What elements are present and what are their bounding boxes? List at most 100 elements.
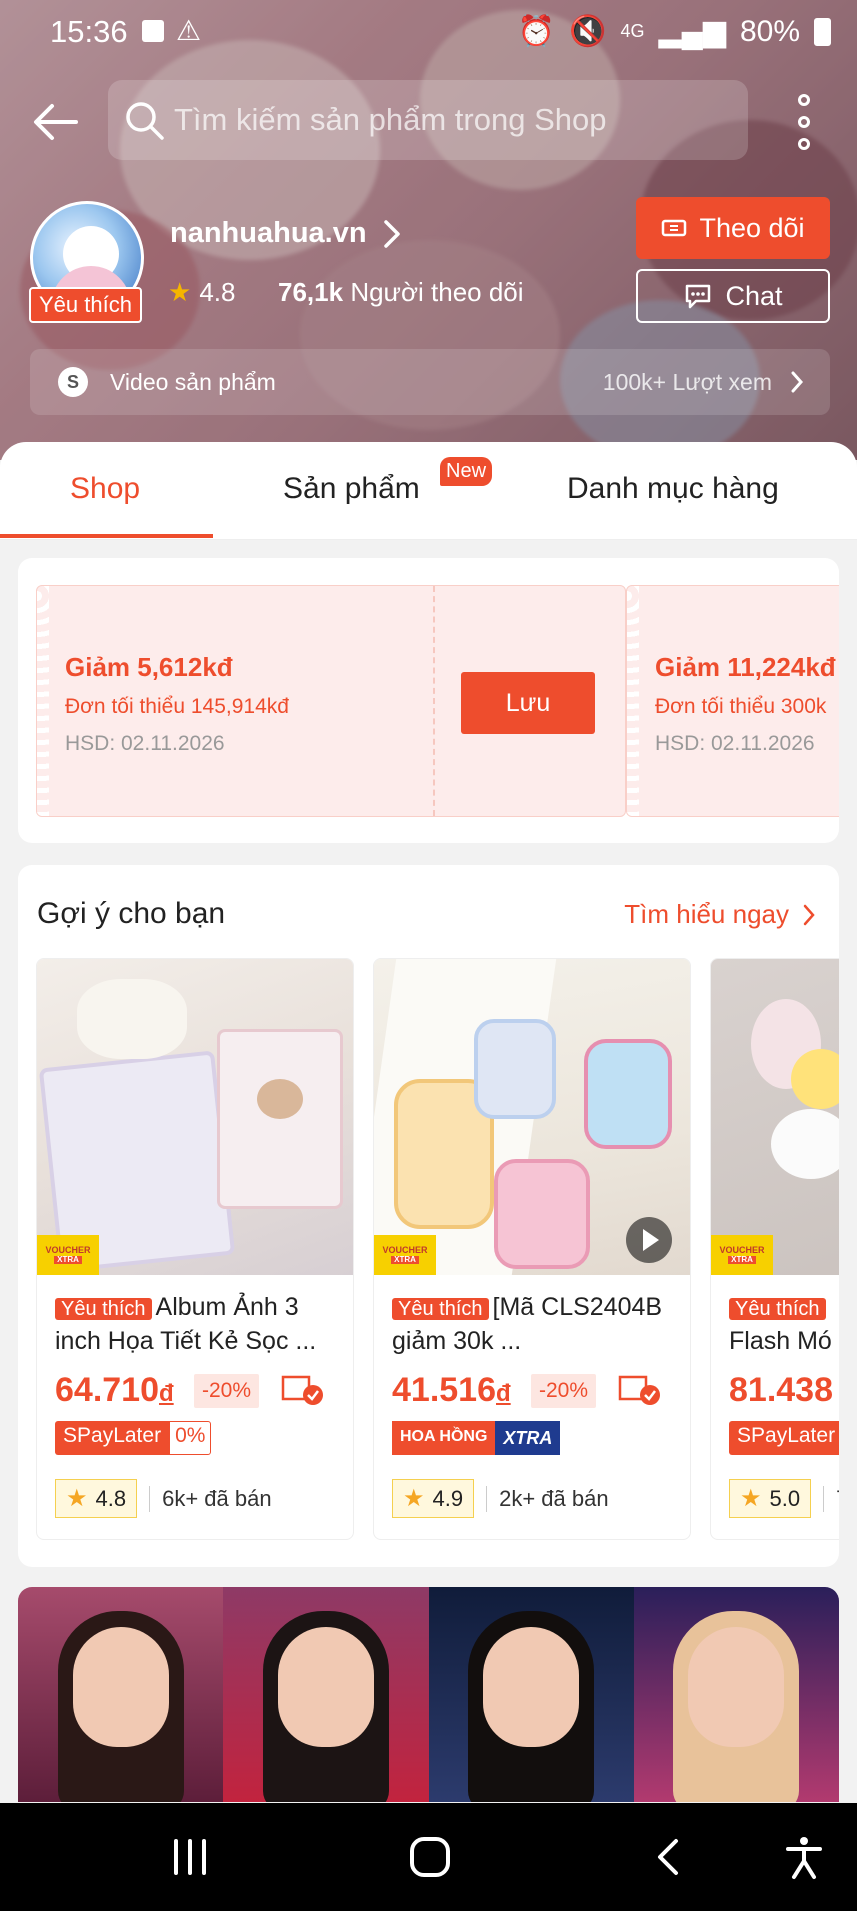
star-icon: ★ <box>740 1485 762 1512</box>
video-s-icon: S <box>58 367 88 397</box>
followers-count: 76,1k <box>278 277 344 307</box>
shop-name: nanhuahua.vn <box>170 217 367 249</box>
chat-bubble-icon <box>686 284 711 309</box>
banner-photo <box>223 1587 429 1802</box>
discount-badge: -20% <box>531 1374 597 1408</box>
banner-photo <box>18 1587 224 1802</box>
voucher-expiry: HSD: 02.11.2026 <box>655 732 815 755</box>
chevron-right-icon <box>803 904 815 925</box>
spaylater-tag: SPayLater 0% <box>55 1421 212 1455</box>
tab-categories[interactable]: Danh mục hàng <box>567 472 779 506</box>
status-time: 15:36 <box>50 14 128 49</box>
voucher-xtra-badge: VOUCHER XTRA <box>374 1235 436 1275</box>
shop-tabs: Shop Sản phẩm Danh mục hàng <box>0 442 857 540</box>
follow-button[interactable]: Theo dõi <box>636 197 830 259</box>
product-name: Yêu thích [Mã CLS2404B giảm 30k ... <box>392 1293 663 1355</box>
search-input[interactable] <box>174 102 734 138</box>
followers-label: Người theo dõi <box>350 277 524 307</box>
voucher-title: Giảm 5,612kđ <box>65 652 233 682</box>
back-arrow-icon[interactable] <box>28 94 84 150</box>
promo-banner[interactable] <box>18 1587 839 1802</box>
shop-search-bar[interactable] <box>108 80 748 160</box>
favorite-badge: Yêu thích <box>55 1298 152 1320</box>
tab-shop[interactable]: Shop <box>70 472 140 506</box>
product-card[interactable]: VOUCHER XTRA Yêu thích Flash Mó 81.438 SPa… <box>710 958 839 1540</box>
product-image: VOUCHER XTRA <box>374 959 690 1275</box>
chevron-right-icon <box>791 371 804 393</box>
sold-count: 6k+ đã bán <box>149 1485 272 1512</box>
video-views: 100k+ Lượt xem <box>602 368 772 395</box>
delivery-check-icon <box>281 1375 323 1405</box>
battery-icon <box>814 17 831 46</box>
product-name: Yêu thích Flash Mó <box>729 1298 832 1355</box>
product-card[interactable]: VOUCHER XTRA Yêu thích [Mã CLS2404B giảm 3… <box>373 958 691 1540</box>
sold-count: 7 <box>823 1485 839 1512</box>
product-video-bar[interactable]: S Video sản phẩm 100k+ Lượt xem <box>30 349 830 415</box>
alarm-icon: ⏰ <box>517 15 556 48</box>
voucher-card: Giảm 11,224kđ Đơn tối thiểu 300k HSD: 02… <box>626 585 839 817</box>
voucher-xtra-badge: VOUCHER XTRA <box>711 1235 773 1275</box>
shop-name-link[interactable]: nanhuahua.vn <box>170 217 403 250</box>
active-tab-indicator <box>0 534 213 538</box>
banner-photo <box>633 1587 839 1802</box>
section-title: Gợi ý cho bạn <box>37 897 226 930</box>
search-icon <box>126 102 164 140</box>
battery-percent: 80% <box>739 14 800 48</box>
chat-button[interactable]: Chat <box>636 269 830 323</box>
mute-icon: 🔇 <box>569 15 607 48</box>
voucher-xtra-badge: VOUCHER XTRA <box>37 1235 99 1275</box>
accessibility-icon[interactable] <box>780 1833 828 1881</box>
favorite-badge: Yêu thích <box>392 1298 489 1320</box>
system-navigation-bar <box>0 1803 857 1911</box>
video-label: Video sản phẩm <box>110 368 276 395</box>
suggestions-section: Gợi ý cho bạn Tìm hiểu ngay VOUCHER XTRA … <box>18 865 839 1567</box>
voucher-min-order: Đơn tối thiểu 300k <box>655 695 827 718</box>
learn-more-label: Tìm hiểu ngay <box>624 899 789 929</box>
favorite-badge: Yêu thích <box>729 1298 826 1320</box>
sold-count: 2k+ đã bán <box>486 1485 609 1512</box>
home-icon[interactable] <box>406 1833 454 1881</box>
product-image: VOUCHER XTRA <box>37 959 353 1275</box>
voucher-section: Giảm 5,612kđ Đơn tối thiểu 145,914kđ HSD… <box>18 558 839 843</box>
star-icon: ★ <box>168 277 192 307</box>
learn-more-link[interactable]: Tìm hiểu ngay <box>624 899 815 930</box>
product-price: 41.516đ <box>392 1371 511 1409</box>
chat-label: Chat <box>725 280 783 311</box>
delivery-check-icon <box>618 1375 660 1405</box>
warning-icon: ⚠ <box>176 15 202 46</box>
voucher-expiry: HSD: 02.11.2026 <box>65 732 225 755</box>
shop-rating-value: 4.8 <box>199 277 236 307</box>
tab-products[interactable]: Sản phẩm <box>283 472 420 506</box>
more-options-icon[interactable] <box>790 94 818 150</box>
discount-badge: -20% <box>194 1374 260 1408</box>
product-price: 64.710đ <box>55 1371 174 1409</box>
ticket-icon <box>662 219 687 237</box>
banner-photo <box>428 1587 634 1802</box>
product-price: 81.438 <box>729 1371 833 1409</box>
notification-check-icon <box>142 20 164 42</box>
shop-info: Yêu thích nanhuahua.vn ★ 4.8 76,1k Người… <box>0 195 857 325</box>
play-video-icon[interactable] <box>626 1217 672 1263</box>
product-rating: ★5.0 7 <box>729 1479 839 1518</box>
star-icon: ★ <box>403 1485 425 1512</box>
chevron-right-icon <box>383 219 400 248</box>
product-card[interactable]: VOUCHER XTRA Yêu thích Album Ảnh 3 inch Họ… <box>36 958 354 1540</box>
follow-label: Theo dõi <box>699 212 805 243</box>
back-nav-icon[interactable] <box>646 1833 694 1881</box>
status-bar: 15:36 ⚠ ⏰ 🔇 4G ▂▄▆ 80% <box>0 0 857 66</box>
shop-followers: 76,1k Người theo dõi <box>278 277 524 308</box>
new-badge: New <box>440 457 493 486</box>
voucher-min-order: Đơn tối thiểu 145,914kđ <box>65 695 289 718</box>
signal-icon: ▂▄▆ <box>658 15 726 48</box>
product-rating: ★ 4.8 6k+ đã bán <box>55 1479 272 1518</box>
save-voucher-button[interactable]: Lưu <box>461 672 595 734</box>
star-icon: ★ <box>66 1485 88 1512</box>
product-image: VOUCHER XTRA <box>711 959 839 1275</box>
favorite-shop-badge: Yêu thích <box>29 287 142 323</box>
product-name: Yêu thích Album Ảnh 3 inch Họa Tiết Kẻ Sọ… <box>55 1293 317 1355</box>
spaylater-tag: SPayLater <box>729 1421 839 1455</box>
voucher-title: Giảm 11,224kđ <box>655 652 836 682</box>
commission-xtra-tag: HOA HỒNG XTRA <box>392 1421 561 1455</box>
product-rating: ★ 4.9 2k+ đã bán <box>392 1479 609 1518</box>
recent-apps-icon[interactable] <box>166 1833 214 1881</box>
